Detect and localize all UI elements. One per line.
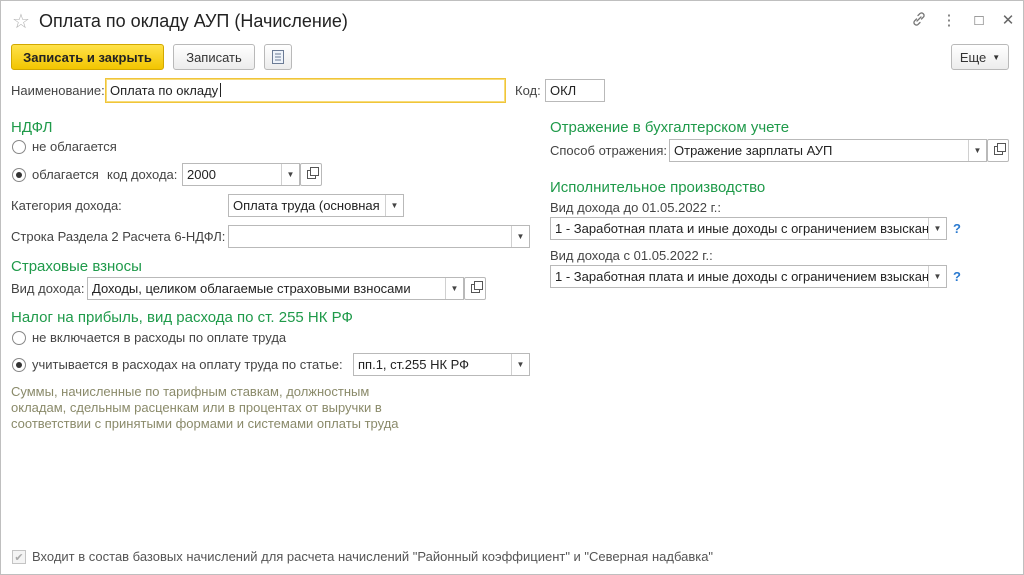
ndfl-not-taxed-label: не облагается [32, 139, 117, 154]
base-accruals-label: Входит в состав базовых начислений для р… [32, 549, 714, 564]
open-insurance-income-type-button[interactable] [464, 277, 486, 300]
document-window: ☆ Оплата по окладу АУП (Начисление) ⋮ □ … [0, 0, 1024, 575]
chevron-down-icon[interactable]: ▼ [385, 195, 403, 216]
code-label: Код: [515, 83, 541, 98]
checkmark-icon: ✔ [14, 551, 24, 564]
profit-tax-not-included-label: не включается в расходы по оплате труда [32, 330, 287, 345]
income-code-label: код дохода: [107, 167, 178, 182]
enforcement-after-label: Вид дохода с 01.05.2022 г.: [550, 248, 713, 263]
insurance-income-type-value: Доходы, целиком облагаемые страховыми вз… [92, 281, 411, 296]
profit-tax-article-select[interactable]: пп.1, ст.255 НК РФ ▼ [353, 353, 530, 376]
profit-tax-not-included-radio[interactable] [12, 331, 26, 345]
row-6ndfl-label: Строка Раздела 2 Расчета 6-НДФЛ: [11, 229, 226, 244]
income-code-value: 2000 [187, 167, 216, 182]
income-category-value: Оплата труда (основная [233, 198, 380, 213]
accounting-method-label: Способ отражения: [550, 143, 667, 158]
favorite-star-icon[interactable]: ☆ [12, 10, 30, 34]
profit-tax-heading: Налог на прибыль, вид расхода по ст. 255… [11, 309, 353, 326]
maximize-icon[interactable]: □ [969, 11, 989, 31]
more-label: Еще [959, 49, 987, 65]
enforcement-before-select[interactable]: 1 - Заработная плата и иные доходы с огр… [550, 217, 947, 240]
window-title: Оплата по окладу АУП (Начисление) [39, 11, 348, 31]
base-accruals-checkbox[interactable]: ✔ [12, 550, 26, 564]
chevron-down-icon[interactable]: ▼ [928, 218, 946, 239]
profit-tax-included-label: учитывается в расходах на оплату труда п… [32, 357, 343, 372]
profit-tax-hint: Суммы, начисленные по тарифным ставкам, … [11, 384, 399, 431]
more-menu-button[interactable]: Еще ▼ [951, 44, 1009, 70]
chevron-down-icon[interactable]: ▼ [928, 266, 946, 287]
income-category-label: Категория дохода: [11, 198, 122, 213]
document-list-icon [272, 50, 284, 64]
enforcement-after-help-icon[interactable]: ? [953, 269, 961, 284]
enforcement-before-label: Вид дохода до 01.05.2022 г.: [550, 200, 722, 215]
close-icon[interactable]: ✕ [998, 11, 1018, 31]
open-icon [470, 281, 483, 293]
open-icon [306, 167, 319, 179]
code-input[interactable]: ОКЛ [545, 79, 605, 102]
chevron-down-icon: ▼ [992, 52, 1001, 62]
enforcement-after-select[interactable]: 1 - Заработная плата и иные доходы с огр… [550, 265, 947, 288]
chevron-down-icon[interactable]: ▼ [511, 226, 529, 247]
enforcement-before-help-icon[interactable]: ? [953, 221, 961, 236]
profit-tax-included-radio[interactable] [12, 358, 26, 372]
accounting-heading: Отражение в бухгалтерском учете [550, 119, 790, 136]
more-vertical-icon[interactable]: ⋮ [939, 11, 959, 31]
name-label: Наименование: [11, 83, 105, 98]
insurance-heading: Страховые взносы [11, 258, 142, 275]
ndfl-not-taxed-radio[interactable] [12, 140, 26, 154]
link-icon[interactable] [909, 11, 929, 33]
chevron-down-icon[interactable]: ▼ [281, 164, 299, 185]
ndfl-taxed-radio[interactable] [12, 168, 26, 182]
name-input[interactable]: Оплата по окладу [105, 78, 506, 103]
insurance-income-type-select[interactable]: Доходы, целиком облагаемые страховыми вз… [87, 277, 464, 300]
code-value: ОКЛ [550, 83, 577, 98]
insurance-income-type-label: Вид дохода: [11, 281, 85, 296]
chevron-down-icon[interactable]: ▼ [445, 278, 463, 299]
open-accounting-method-button[interactable] [987, 139, 1009, 162]
save-and-close-button[interactable]: Записать и закрыть [11, 44, 164, 70]
income-category-select[interactable]: Оплата труда (основная ▼ [228, 194, 404, 217]
ndfl-heading: НДФЛ [11, 119, 53, 136]
row-6ndfl-select[interactable]: ▼ [228, 225, 530, 248]
profit-tax-article-value: пп.1, ст.255 НК РФ [358, 357, 470, 372]
chevron-down-icon[interactable]: ▼ [968, 140, 986, 161]
report-icon-button[interactable] [264, 44, 292, 70]
income-code-select[interactable]: 2000 ▼ [182, 163, 300, 186]
accounting-method-select[interactable]: Отражение зарплаты АУП ▼ [669, 139, 987, 162]
ndfl-taxed-label: облагается [32, 167, 99, 182]
name-value: Оплата по окладу [110, 83, 219, 98]
accounting-method-value: Отражение зарплаты АУП [674, 143, 833, 158]
chevron-down-icon[interactable]: ▼ [511, 354, 529, 375]
enforcement-before-value: 1 - Заработная плата и иные доходы с огр… [555, 221, 928, 236]
enforcement-heading: Исполнительное производство [550, 179, 766, 196]
open-icon [993, 143, 1006, 155]
open-income-code-button[interactable] [300, 163, 322, 186]
enforcement-after-value: 1 - Заработная плата и иные доходы с огр… [555, 269, 928, 284]
save-button[interactable]: Записать [173, 44, 255, 70]
text-caret [220, 83, 222, 97]
